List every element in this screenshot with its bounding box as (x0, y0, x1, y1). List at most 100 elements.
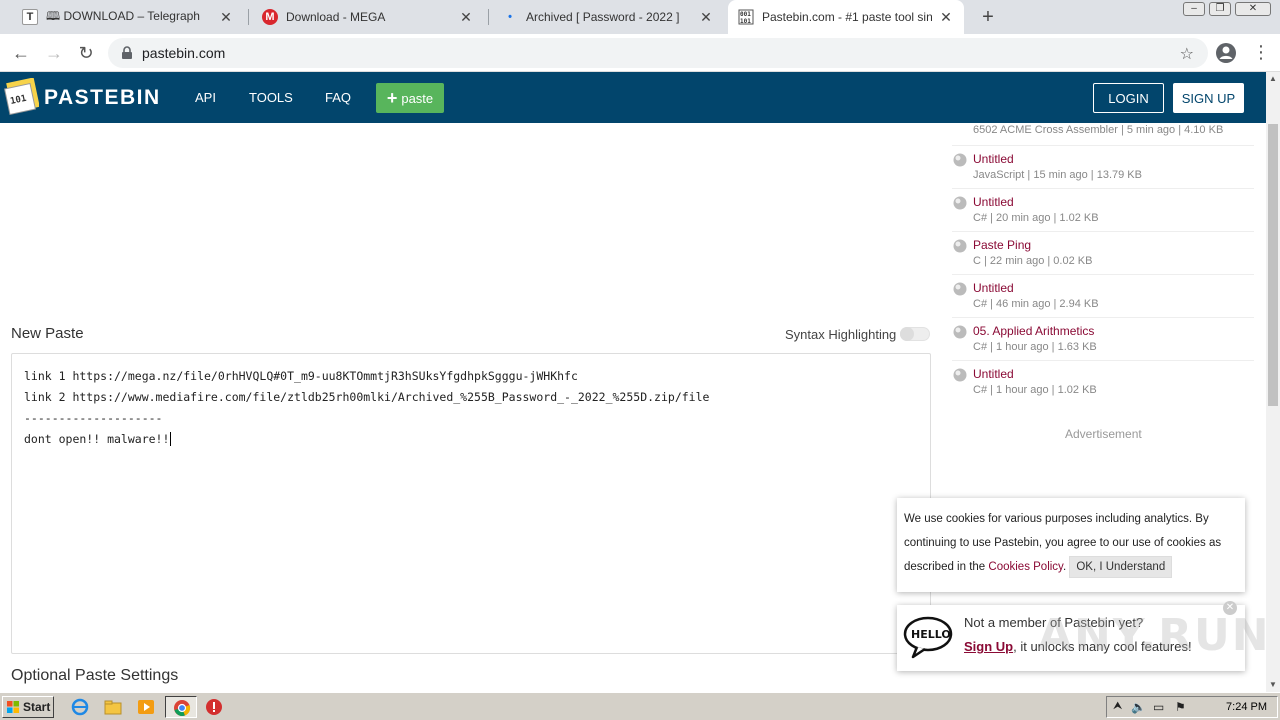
pastebin-icon: 001 101 (738, 9, 754, 25)
svg-text:HELLO: HELLO (911, 628, 951, 641)
paste-meta: 6502 ACME Cross Assembler | 5 min ago | … (973, 124, 1224, 136)
pastebin-logo-icon[interactable]: 101 (3, 78, 39, 116)
tab-archived[interactable]: • Archived [ Password - 2022 ] ✕ (492, 0, 724, 34)
paste-textarea[interactable]: link 1 https://mega.nz/file/0rhHVQLQ#0T_… (11, 353, 931, 654)
forward-icon[interactable]: → (43, 42, 65, 64)
browser-tab-strip: T 🕮 DOWNLOAD – Telegraph ✕ M Download - … (0, 0, 1280, 34)
list-item[interactable]: Paste Ping C | 22 min ago | 0.02 KB (952, 232, 1254, 275)
list-item[interactable]: Untitled JavaScript | 15 min ago | 13.79… (952, 146, 1254, 189)
dot-icon: • (508, 11, 512, 23)
close-tab-icon[interactable]: ✕ (698, 9, 714, 26)
site-header: 101 PASTEBIN API TOOLS FAQ + paste LOGIN… (0, 72, 1266, 123)
scroll-thumb[interactable] (1268, 124, 1278, 406)
close-window-icon[interactable]: ✕ (1235, 2, 1271, 16)
toggle-knob (900, 327, 914, 341)
signup-button[interactable]: SIGN UP (1173, 83, 1244, 113)
syntax-highlighting-label: Syntax Highlighting (785, 327, 897, 342)
new-paste-button[interactable]: + paste (376, 83, 444, 113)
menu-kebab-icon[interactable]: ⋮ (1252, 42, 1270, 63)
paste-title-link[interactable]: Untitled (973, 152, 1014, 166)
scroll-down-icon[interactable]: ▼ (1266, 678, 1280, 692)
minimize-icon[interactable]: – (1183, 2, 1205, 16)
login-button[interactable]: LOGIN (1093, 83, 1164, 113)
page-scrollbar[interactable]: ▲ ▼ (1266, 72, 1280, 692)
site-logo-text[interactable]: PASTEBIN (44, 86, 161, 110)
taskbar-chrome-button[interactable] (165, 696, 197, 718)
optional-settings-title: Optional Paste Settings (11, 667, 179, 684)
clock: 7:24 PM (1226, 701, 1267, 713)
globe-icon (953, 239, 967, 253)
nav-api[interactable]: API (195, 90, 216, 105)
svg-text:001: 001 (740, 11, 751, 18)
cookie-consent-popup: We use cookies for various purposes incl… (897, 498, 1245, 592)
browser-toolbar: ← → ↻ pastebin.com ☆ (0, 34, 1280, 72)
tab-title: Download - MEGA (286, 10, 386, 24)
list-item[interactable]: Untitled C# | 1 hour ago | 1.02 KB (952, 361, 1254, 404)
close-tab-icon[interactable]: ✕ (938, 9, 954, 26)
profile-icon[interactable] (1215, 42, 1237, 64)
url-text: pastebin.com (142, 45, 226, 61)
globe-icon (953, 153, 967, 167)
stop-icon[interactable] (205, 698, 223, 716)
paste-meta: C# | 1 hour ago | 1.02 KB (973, 384, 1097, 396)
cookies-policy-link[interactable]: Cookies Policy (988, 561, 1063, 573)
volume-icon[interactable]: 🔈 (1131, 700, 1146, 714)
tab-title: 🕮 DOWNLOAD – Telegraph (46, 8, 200, 23)
paste-meta: C# | 46 min ago | 2.94 KB (973, 298, 1099, 310)
new-paste-title: New Paste (11, 325, 84, 342)
close-tab-icon[interactable]: ✕ (458, 9, 474, 26)
mega-icon: M (262, 9, 278, 25)
bookmark-star-icon[interactable]: ☆ (1180, 44, 1194, 64)
paste-line: -------------------- (24, 411, 163, 425)
nav-tools[interactable]: TOOLS (249, 90, 293, 105)
plus-icon: + (386, 88, 398, 108)
paste-title-link[interactable]: Untitled (973, 281, 1014, 295)
paste-line: link 1 https://mega.nz/file/0rhHVQLQ#0T_… (24, 369, 578, 383)
media-player-icon[interactable] (137, 698, 155, 716)
scroll-up-icon[interactable]: ▲ (1266, 72, 1280, 86)
recent-pastes-list: 6502 ACME Cross Assembler | 5 min ago | … (952, 122, 1254, 404)
paste-line: dont open!! malware!!​ (24, 432, 172, 446)
network-icon[interactable]: ▭ (1153, 700, 1167, 714)
tab-mega[interactable]: M Download - MEGA ✕ (252, 0, 484, 34)
paste-title-link[interactable]: Untitled (973, 367, 1014, 381)
signup-link[interactable]: Sign Up (964, 639, 1013, 654)
paste-meta: C# | 20 min ago | 1.02 KB (973, 212, 1099, 224)
start-button[interactable]: Start (2, 696, 54, 718)
paste-title-link[interactable]: Untitled (973, 195, 1014, 209)
address-bar[interactable]: pastebin.com ☆ (108, 38, 1208, 68)
list-item[interactable]: 6502 ACME Cross Assembler | 5 min ago | … (952, 122, 1254, 146)
folder-icon[interactable] (104, 698, 122, 716)
new-tab-button[interactable]: + (977, 5, 999, 29)
chrome-icon (174, 700, 191, 716)
paste-meta: C | 22 min ago | 0.02 KB (973, 255, 1093, 267)
advertisement-label: Advertisement (1065, 427, 1142, 441)
internet-explorer-icon[interactable] (71, 698, 89, 716)
back-icon[interactable]: ← (10, 42, 32, 64)
restore-icon[interactable]: ❐ (1209, 2, 1231, 16)
syntax-highlighting-toggle[interactable] (900, 327, 930, 341)
nav-faq[interactable]: FAQ (325, 90, 351, 105)
paste-line: link 2 https://www.mediafire.com/file/zt… (24, 390, 710, 404)
start-label: Start (23, 700, 51, 714)
close-tab-icon[interactable]: ✕ (218, 9, 234, 26)
tab-telegraph[interactable]: T 🕮 DOWNLOAD – Telegraph ✕ (12, 0, 244, 34)
telegraph-icon: T (22, 9, 38, 25)
list-item[interactable]: 05. Applied Arithmetics C# | 1 hour ago … (952, 318, 1254, 361)
tab-title: Archived [ Password - 2022 ] (526, 10, 680, 24)
cookie-ok-button[interactable]: OK, I Understand (1069, 556, 1173, 578)
windows-flag-icon (7, 701, 19, 713)
paste-meta: C# | 1 hour ago | 1.63 KB (973, 341, 1097, 353)
list-item[interactable]: Untitled C# | 46 min ago | 2.94 KB (952, 275, 1254, 318)
list-item[interactable]: Untitled C# | 20 min ago | 1.02 KB (952, 189, 1254, 232)
globe-icon (953, 368, 967, 382)
tray-expand-icon[interactable]: ⮝ (1113, 700, 1127, 714)
paste-title-link[interactable]: 05. Applied Arithmetics (973, 324, 1094, 338)
paste-button-label: paste (401, 90, 434, 106)
action-flag-icon[interactable]: ⚑ (1175, 700, 1189, 714)
paste-title-link[interactable]: Paste Ping (973, 238, 1031, 252)
system-tray: ⮝ 🔈 ▭ ⚑ 7:24 PM (1106, 696, 1278, 718)
reload-icon[interactable]: ↻ (75, 42, 97, 64)
globe-icon (953, 282, 967, 296)
tab-pastebin[interactable]: 001101 Pastebin.com - #1 paste tool sinc… (728, 0, 964, 34)
